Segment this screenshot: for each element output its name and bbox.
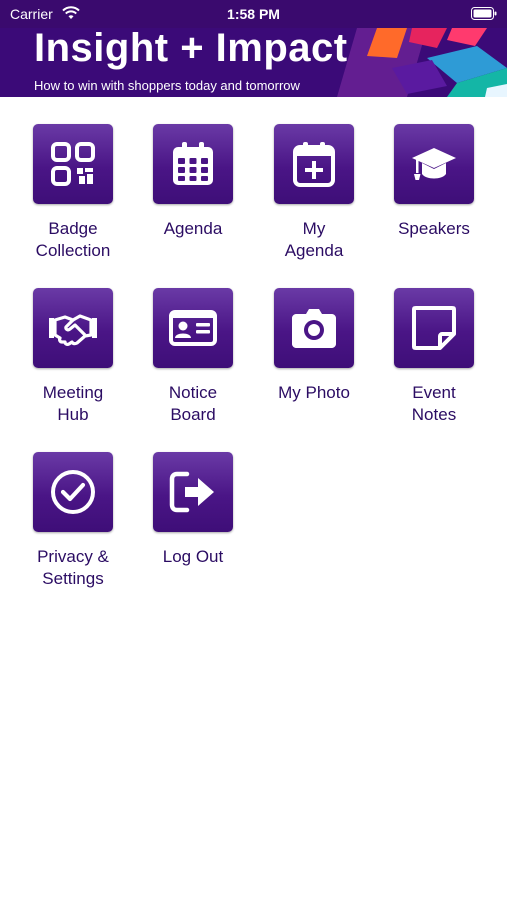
- id-card-icon: [169, 310, 217, 346]
- event-notes-label: Event Notes: [411, 383, 457, 424]
- privacy-settings-button[interactable]: [33, 452, 113, 532]
- camera-icon: [292, 309, 336, 348]
- log-out-label: Log Out: [162, 547, 224, 566]
- badge-collection-label: Badge Collection: [35, 219, 111, 260]
- calendar-add-icon: [293, 142, 335, 187]
- banner-title: Insight + Impact: [34, 28, 348, 70]
- privacy-settings-label: Privacy & Settings: [37, 547, 109, 588]
- graduation-cap-icon: [412, 148, 456, 180]
- my-agenda-button[interactable]: [274, 124, 354, 204]
- notice-board-button[interactable]: [153, 288, 233, 368]
- event-banner: Insight + Impact How to win with shopper…: [0, 28, 507, 97]
- event-notes-button[interactable]: [394, 288, 474, 368]
- clock-time: 1:58 PM: [227, 6, 280, 22]
- status-bar: Carrier 1:58 PM: [0, 0, 507, 28]
- my-photo-button[interactable]: [274, 288, 354, 368]
- agenda-button[interactable]: [153, 124, 233, 204]
- my-photo-label: My Photo: [278, 383, 350, 402]
- speakers-label: Speakers: [398, 219, 470, 238]
- banner-subtitle: How to win with shoppers today and tomor…: [34, 78, 300, 93]
- notice-board-label: Notice Board: [168, 383, 218, 424]
- agenda-label: Agenda: [163, 219, 223, 238]
- logout-icon: [169, 471, 214, 513]
- badge-collection-button[interactable]: [33, 124, 113, 204]
- my-agenda-label: My Agenda: [284, 219, 344, 260]
- speakers-button[interactable]: [394, 124, 474, 204]
- meeting-hub-label: Meeting Hub: [42, 383, 104, 424]
- check-circle-icon: [51, 470, 95, 514]
- sticky-note-icon: [412, 306, 456, 350]
- meeting-hub-button[interactable]: [33, 288, 113, 368]
- banner-decoration: [337, 28, 507, 97]
- log-out-button[interactable]: [153, 452, 233, 532]
- handshake-icon: [49, 314, 97, 346]
- calendar-icon: [173, 142, 213, 185]
- qr-code-icon: [51, 142, 95, 186]
- battery-icon: [471, 7, 497, 20]
